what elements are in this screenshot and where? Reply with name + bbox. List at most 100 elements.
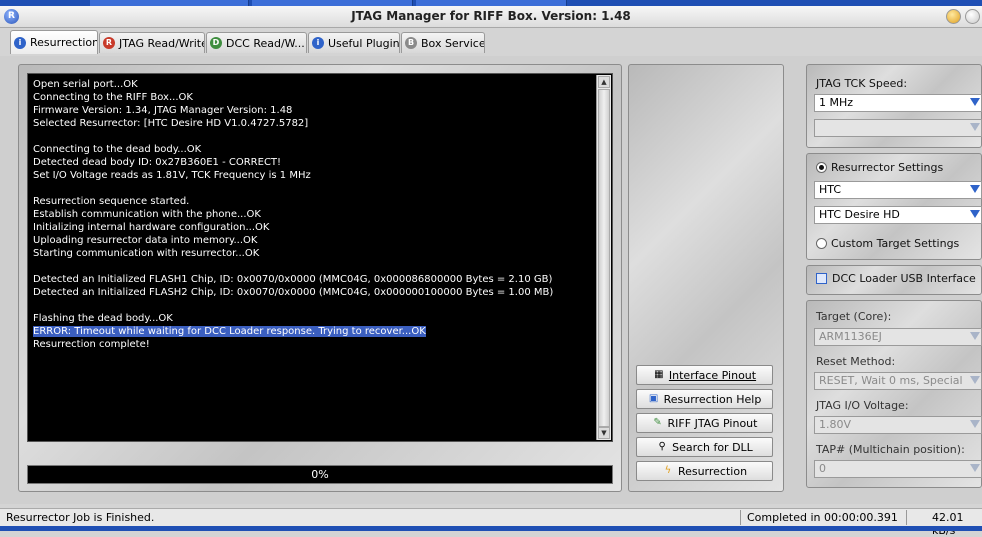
log-line: Connecting to the RIFF Box...OK (33, 92, 193, 103)
lightning-icon: ϟ (664, 465, 672, 476)
reset-method-select[interactable]: RESET, Wait 0 ms, Special (814, 372, 982, 390)
minimize-button[interactable] (946, 9, 961, 24)
log-line: Detected an Initialized FLASH1 Chip, ID:… (33, 274, 553, 285)
log-console[interactable]: Open serial port...OK Connecting to the R… (27, 73, 613, 442)
resurrector-settings-label: Resurrector Settings (831, 161, 944, 174)
tap-position-select[interactable]: 0 (814, 460, 982, 478)
reset-method-label: Reset Method: (816, 355, 896, 368)
select-value: HTC Desire HD (819, 208, 900, 221)
manufacturer-select[interactable]: HTC (814, 181, 982, 199)
log-line: Uploading resurrector data into memory..… (33, 235, 258, 246)
resurrection-help-button[interactable]: ▣ Resurrection Help (636, 389, 773, 409)
dcc-loader-checkbox[interactable] (816, 273, 827, 284)
select-value: 0 (819, 462, 826, 475)
target-core-select[interactable]: ARM1136EJ (814, 328, 982, 346)
target-core-label: Target (Core): (816, 310, 892, 323)
button-label: Resurrection (677, 464, 748, 478)
plug-icon: ✎ (653, 417, 662, 428)
status-divider (740, 510, 741, 525)
riff-jtag-pinout-button[interactable]: ✎ RIFF JTAG Pinout (636, 413, 773, 433)
progress-label: 0% (311, 468, 329, 481)
tab-resurrection[interactable]: i Resurrection (10, 30, 98, 54)
tab-label: JTAG Read/Write (119, 36, 205, 50)
button-label: Resurrection Help (663, 392, 762, 406)
window-title: JTAG Manager for RIFF Box. Version: 1.48 (351, 9, 631, 23)
dropdown-arrow-icon[interactable] (970, 185, 980, 193)
select-value: 1.80V (819, 418, 852, 431)
search-icon: ⚲ (658, 441, 666, 452)
scroll-up-icon[interactable]: ▲ (598, 76, 610, 88)
button-label: Interface Pinout (668, 368, 757, 382)
dcc-loader-label: DCC Loader USB Interface (832, 272, 976, 285)
tap-position-label: TAP# (Multichain position): (816, 443, 965, 456)
dropdown-arrow-icon[interactable] (970, 332, 980, 340)
chip-icon: ▦ (654, 369, 664, 380)
os-taskbar-bottom (0, 526, 982, 531)
status-elapsed: Completed in 00:00:00.391 (747, 511, 898, 524)
interface-pinout-button[interactable]: ▦ Interface Pinout (636, 365, 773, 385)
dropdown-arrow-icon[interactable] (970, 420, 980, 428)
log-line: Resurrection complete! (33, 339, 150, 350)
dropdown-arrow-icon[interactable] (970, 376, 980, 384)
log-line: Initializing internal hardware configura… (33, 222, 270, 233)
tck-secondary-select[interactable] (814, 119, 982, 137)
tab-label: Box Service (421, 36, 485, 50)
title-bar[interactable]: R JTAG Manager for RIFF Box. Version: 1.… (0, 6, 982, 28)
custom-target-radio[interactable] (816, 238, 827, 249)
status-bar: Resurrector Job is Finished. Completed i… (0, 508, 982, 537)
io-voltage-select[interactable]: 1.80V (814, 416, 982, 434)
tab-jtag-read-write[interactable]: R JTAG Read/Write (99, 32, 205, 53)
dcc-icon: D (210, 37, 222, 49)
scroll-down-icon[interactable]: ▼ (598, 427, 610, 439)
close-button[interactable] (965, 9, 980, 24)
tab-label: DCC Read/W... (226, 36, 305, 50)
progress-bar: 0% (27, 465, 613, 484)
status-message: Resurrector Job is Finished. (6, 511, 155, 524)
log-line: Detected an Initialized FLASH2 Chip, ID:… (33, 287, 554, 298)
status-speed: 42.01 kB/s (932, 511, 964, 537)
status-divider (906, 510, 907, 525)
log-line: Establish communication with the phone..… (33, 209, 261, 220)
tab-bar: i Resurrection R JTAG Read/Write D DCC R… (0, 28, 982, 56)
search-dll-button[interactable]: ⚲ Search for DLL (636, 437, 773, 457)
tck-speed-select[interactable]: 1 MHz (814, 94, 982, 112)
tck-speed-label: JTAG TCK Speed: (816, 77, 908, 90)
log-line: Set I/O Voltage reads as 1.81V, TCK Freq… (33, 170, 311, 181)
box-icon: B (405, 37, 417, 49)
log-line: Connecting to the dead body...OK (33, 144, 202, 155)
tab-useful-plugins[interactable]: i Useful Plugins (308, 32, 400, 53)
log-line: ERROR: Timeout while waiting for DCC Loa… (33, 326, 426, 337)
select-value: 1 MHz (819, 96, 854, 109)
log-line: Flashing the dead body...OK (33, 313, 173, 324)
scroll-thumb[interactable] (598, 89, 610, 427)
log-scrollbar[interactable]: ▲ ▼ (596, 75, 611, 440)
riff-icon: R (103, 37, 115, 49)
log-line: Starting communication with resurrector.… (33, 248, 260, 259)
select-value: HTC (819, 183, 842, 196)
help-book-icon: ▣ (648, 393, 659, 404)
resurrector-settings-radio[interactable] (816, 162, 827, 173)
dropdown-arrow-icon[interactable] (970, 210, 980, 218)
dropdown-arrow-icon[interactable] (970, 464, 980, 472)
tab-label: Useful Plugins (328, 36, 400, 50)
log-line: Selected Resurrector: [HTC Desire HD V1.… (33, 118, 309, 129)
log-line: Resurrection sequence started. (33, 196, 190, 207)
tab-box-service[interactable]: B Box Service (401, 32, 485, 53)
select-value: ARM1136EJ (819, 330, 882, 343)
dropdown-arrow-icon[interactable] (970, 98, 980, 106)
log-line: Detected dead body ID: 0x27B360E1 - CORR… (33, 157, 282, 168)
tab-label: Resurrection (30, 36, 98, 49)
info-icon: i (312, 37, 324, 49)
custom-target-label: Custom Target Settings (831, 237, 960, 250)
model-select[interactable]: HTC Desire HD (814, 206, 982, 224)
dropdown-arrow-icon[interactable] (970, 123, 980, 131)
button-label: Search for DLL (672, 440, 753, 454)
resurrection-button[interactable]: ϟ Resurrection (636, 461, 773, 481)
tab-dcc-read-write[interactable]: D DCC Read/W... (206, 32, 307, 53)
button-label: RIFF JTAG Pinout (667, 416, 758, 430)
log-text: Open serial port...OK Connecting to the R… (33, 78, 593, 351)
